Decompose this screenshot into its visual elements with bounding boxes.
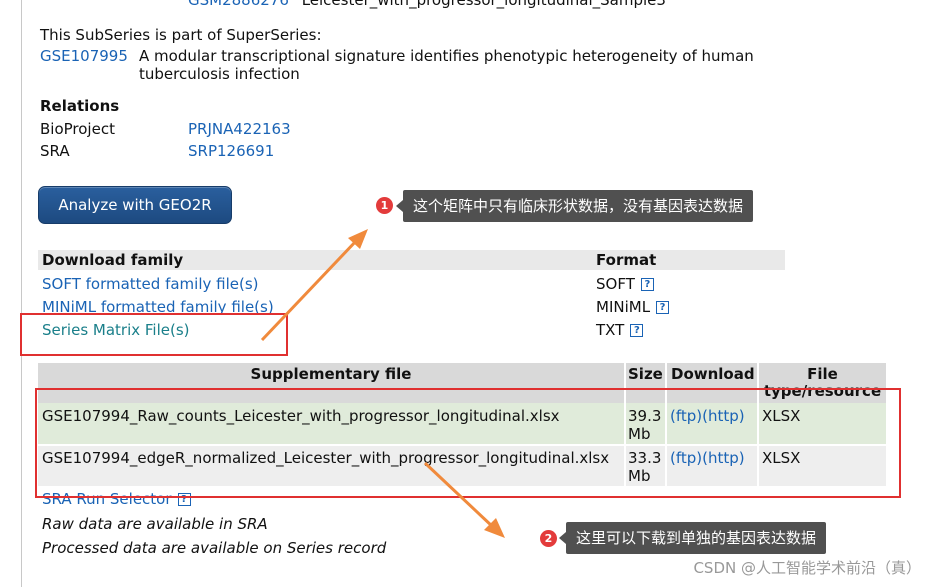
annotation-arrows bbox=[260, 229, 505, 538]
watermark: CSDN @人工智能学术前沿（真） bbox=[693, 559, 921, 577]
callout-2: 这里可以下载到单独的基因表达数据 bbox=[558, 522, 827, 554]
arrow-1-shaft bbox=[260, 238, 359, 342]
callout-2-badge: 2 bbox=[540, 530, 557, 547]
arrow-2-shaft bbox=[423, 461, 495, 529]
